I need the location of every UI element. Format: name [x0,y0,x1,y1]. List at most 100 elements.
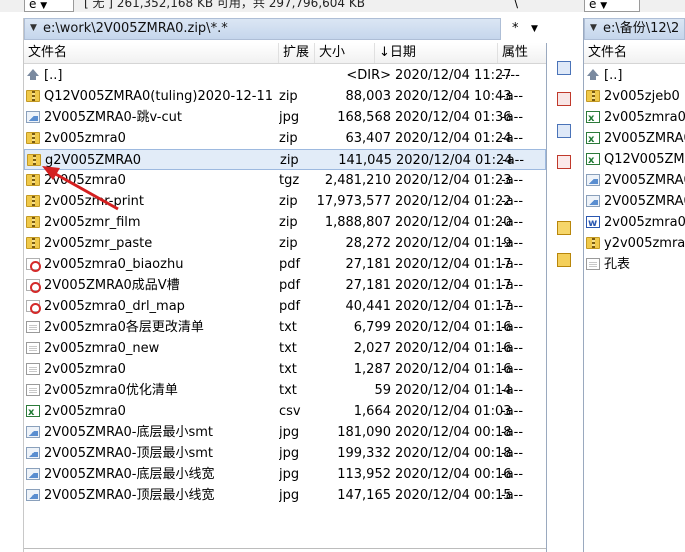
zip-icon [27,153,41,166]
left-drive-selector[interactable]: e ▼ [24,0,74,12]
list-item[interactable]: 2v005zmra0 [584,107,685,128]
table-row[interactable]: 2V005ZMRA0-顶层最小线宽 jpg 147,165 2020/12/04 00… [24,485,546,506]
copy-button[interactable] [551,120,577,142]
table-row[interactable]: 2v005zmr_paste zip 28,272 2020/12/04 01:19-… [24,233,546,254]
file-name: 2v005zmra0 [604,110,685,125]
right-file-list: [..] 2v005zjeb0 2v005zmra0 2V005ZMRA0 Q12V00… [584,65,685,285]
pack-button[interactable] [551,217,577,239]
file-attr: -a-- [502,153,525,168]
list-item[interactable]: 2v005zjeb0 [584,86,685,107]
file-icon-cell [586,86,602,107]
table-row[interactable]: 2V005ZMRA0-跳v-cut jpg 168,568 2020/12/04 01… [24,107,546,128]
file-attr: -a-- [501,278,524,293]
list-item[interactable]: y2v005zmra0 [584,233,685,254]
new-folder-button[interactable] [551,249,577,271]
right-drive-selector[interactable]: e ▼ [584,0,640,12]
file-name: [..] [44,68,63,83]
file-size: 147,165 [337,488,391,503]
package-icon [557,221,571,235]
file-attr: -a-- [501,89,524,104]
column-size[interactable]: 大小 [315,43,375,63]
file-icon-cell [26,65,42,86]
list-item[interactable]: 2V005ZMRA0 [584,128,685,149]
file-size: 2,481,210 [324,173,391,188]
view-button[interactable] [551,57,577,79]
file-attr: -a-- [501,110,524,125]
file-attr: -a-- [501,383,524,398]
left-path-bar[interactable]: ▼ e:\work\2V005ZMRA0.zip\*.* [24,18,501,40]
list-item[interactable]: Q12V005ZMRA0 [584,149,685,170]
csv-icon [26,402,40,422]
table-row[interactable]: 2v005zmra0优化清单 txt 59 2020/12/04 01:14 -a-- [24,380,546,401]
file-attr: -a-- [501,341,524,356]
image-icon [26,446,40,459]
table-row-selected[interactable]: g2V005ZMRA0 zip 141,045 2020/12/04 01:24 -a-… [24,149,546,170]
list-item[interactable]: 2V005ZMRA0 [584,170,685,191]
zip-icon [26,194,40,207]
table-row[interactable]: 2v005zmra0 txt 1,287 2020/12/04 01:16 -a-- [24,359,546,380]
file-icon-cell [586,128,602,149]
file-attr: -a-- [501,425,524,440]
table-row[interactable]: 2v005zmr_film zip 1,888,807 2020/12/04 01:2… [24,212,546,233]
file-size: 181,090 [337,425,391,440]
table-row[interactable]: 2v005zmra0_new txt 2,027 2020/12/04 01:16 -a… [24,338,546,359]
file-icon-cell [26,275,42,296]
excel-icon [586,150,600,170]
column-name[interactable]: 文件名 [24,43,279,63]
table-row[interactable]: 2v005zmra0 tgz 2,481,210 2020/12/04 01:23 -a… [24,170,546,191]
table-row[interactable]: Q12V005ZMRA0(tuling)2020-12-11 zip 88,003 2… [24,86,546,107]
table-row[interactable]: 2V005ZMRA0-顶层最小smt jpg 199,332 2020/12/04 0… [24,443,546,464]
file-filter[interactable]: * [512,21,519,36]
file-size: 2,027 [353,341,391,356]
left-file-list: [..] <DIR> 2020/12/04 11:27 ---- Q12V005ZMRA… [24,65,546,546]
file-icon-cell [26,191,42,212]
file-attr: -a-- [501,236,524,251]
file-name: 2v005zmra0优化清单 [44,383,178,398]
list-item[interactable]: 2V005ZMRA0 [584,191,685,212]
chevron-down-icon[interactable]: ▼ [30,23,37,33]
table-row[interactable]: 2v005zmra0 zip 63,407 2020/12/04 01:24 -a-- [24,128,546,149]
file-icon-cell [26,254,42,275]
file-size: 199,332 [337,446,391,461]
file-icon-cell [26,233,42,254]
column-date[interactable]: ↓日期 [375,43,498,63]
find-button[interactable] [551,88,577,110]
drive-info-bar: e ▼ [ 无 ] 261,352,168 KB 可用，共 297,796,60… [0,0,685,12]
right-path-bar[interactable]: ▼ e:\备份\12\2 [584,18,685,40]
zip-icon [26,173,40,186]
table-row[interactable]: 2v005zmra0csv1,6642020/12/04 01:03-a-- [24,401,546,422]
column-ext[interactable]: 扩展 [279,43,315,63]
file-name: 2v005zmra0 [44,404,126,419]
list-item[interactable]: 孔表 [584,254,685,275]
file-icon-cell [586,233,602,254]
table-row[interactable]: 2v005zmr-print zip 17,973,577 2020/12/04 01… [24,191,546,212]
file-icon-cell [27,150,43,171]
file-size: <DIR> [346,68,391,83]
column-attr[interactable]: 属性 [498,43,546,63]
list-item[interactable]: 2v005zmra0 [584,212,685,233]
chevron-down-icon[interactable]: ▼ [590,23,597,33]
move-button[interactable] [551,151,577,173]
file-size: 113,952 [337,467,391,482]
table-row[interactable]: 2V005ZMRA0成品V槽 pdf 27,181 2020/12/04 01:17-… [24,275,546,296]
table-row[interactable]: 2v005zmra0_drl_map pdf 40,441 2020/12/04 01… [24,296,546,317]
text-file-icon [26,383,40,396]
table-row[interactable]: 2v005zmra0各层更改清单 txt 6,799 2020/12/04 01:16… [24,317,546,338]
file-icon-cell [26,380,42,401]
file-size: 88,003 [345,89,392,104]
file-size: 1,664 [353,404,391,419]
table-row[interactable]: [..] <DIR> 2020/12/04 11:27 ---- [24,65,546,86]
text-file-icon [586,257,600,270]
file-icon-cell [26,128,42,149]
file-size: 17,973,577 [316,194,391,209]
list-item[interactable]: [..] [584,65,685,86]
right-column-name[interactable]: 文件名 [584,43,685,63]
table-row[interactable]: 2V005ZMRA0-底层最小线宽 jpg 113,952 2020/12/04 00… [24,464,546,485]
table-row[interactable]: 2v005zmra0_biaozhu pdf 27,181 2020/12/04 01… [24,254,546,275]
table-row[interactable]: 2V005ZMRA0-底层最小smt jpg 181,090 2020/12/04 0… [24,422,546,443]
file-icon-cell [586,149,602,170]
file-icon-cell [26,485,42,506]
filter-dropdown-icon[interactable]: ▼ [531,24,538,34]
file-name: 2v005zmra0 [604,215,685,230]
root-button[interactable]: \ [514,0,518,10]
